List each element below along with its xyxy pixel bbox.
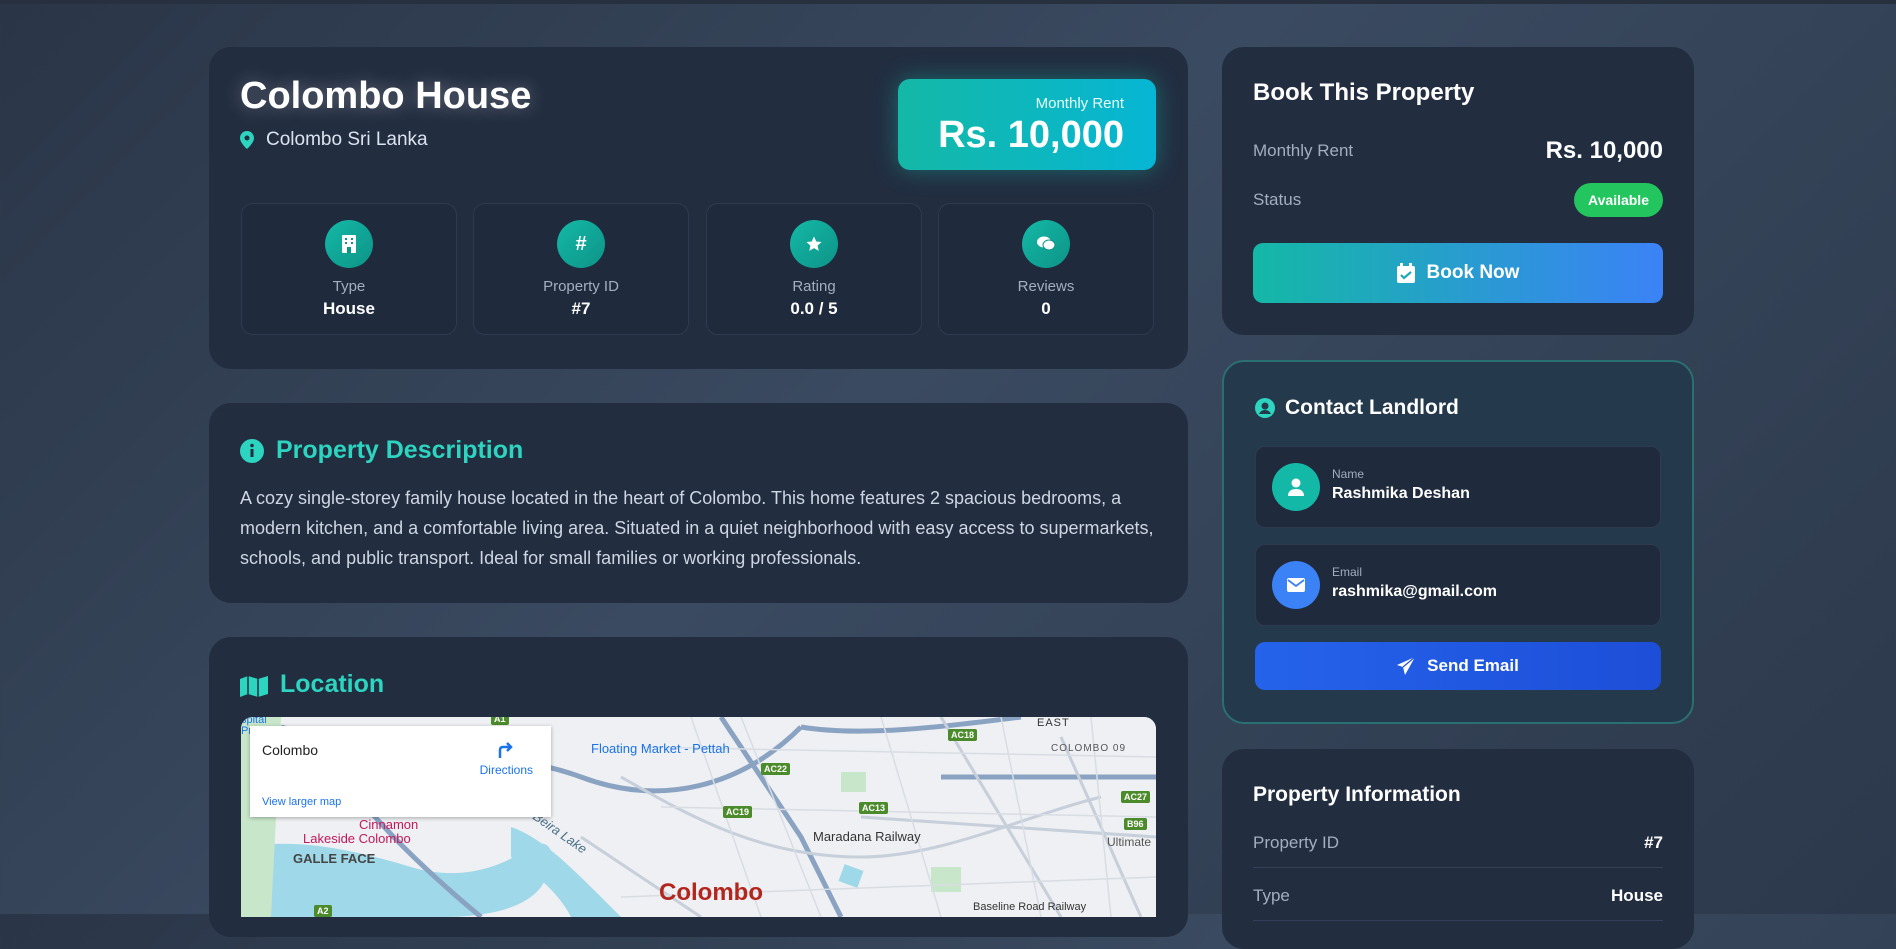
map-label-colombo: Colombo (659, 879, 763, 906)
map-pin-icon (240, 131, 254, 149)
contact-title: Contact Landlord (1285, 396, 1459, 419)
stat-reviews: Reviews 0 (938, 203, 1154, 335)
directions-label: Directions (479, 763, 533, 777)
booking-status-row: Status Available (1253, 183, 1663, 217)
send-email-button[interactable]: Send Email (1255, 642, 1661, 690)
info-row-label: Property ID (1253, 833, 1339, 852)
map-label-lakeside: Lakeside Colombo (303, 831, 411, 846)
star-icon (790, 220, 838, 268)
info-row: Type House (1253, 886, 1663, 921)
map-label-galle-face: GALLE FACE (293, 851, 376, 866)
description-title: Property Description (276, 436, 524, 464)
description-text: A cozy single-storey family house locate… (240, 488, 1154, 568)
booking-card: Book This Property Monthly Rent Rs. 10,0… (1222, 47, 1694, 335)
property-title: Colombo House (240, 75, 532, 117)
email-value[interactable]: rashmika@gmail.com (1332, 583, 1497, 601)
road-marker: AC19 (723, 806, 753, 818)
stat-label: Rating (792, 278, 836, 295)
email-label: Email (1332, 565, 1363, 579)
booking-rent-label: Monthly Rent (1253, 141, 1354, 160)
paper-plane-icon (1397, 657, 1416, 675)
stat-value: 0.0 / 5 (790, 299, 838, 318)
map-info-card: Colombo Directions View larger map (250, 726, 551, 817)
directions-icon (499, 742, 514, 758)
map-label-east: EAST (1037, 717, 1070, 729)
envelope-icon (1272, 561, 1320, 609)
road-marker: A1 (491, 717, 509, 725)
stat-value: #7 (571, 299, 591, 318)
embedded-map[interactable]: Floating Market - Pettah Cinnamon Lakesi… (241, 717, 1156, 917)
book-now-button[interactable]: Book Now (1253, 243, 1663, 303)
property-info-card: Property Information Property ID #7 Type… (1222, 749, 1694, 949)
stat-label: Type (332, 278, 366, 295)
name-label: Name (1332, 467, 1365, 481)
booking-rent-value: Rs. 10,000 (1545, 137, 1663, 164)
property-header-card: Colombo House Colombo Sri Lanka Monthly … (209, 47, 1188, 369)
status-badge: Available (1574, 183, 1663, 217)
stat-value: House (323, 299, 375, 318)
stat-label: Property ID (543, 278, 619, 295)
chat-icon (1022, 220, 1070, 268)
stat-property-id: # Property ID #7 (473, 203, 689, 335)
road-marker: AC27 (1121, 791, 1151, 803)
directions-link[interactable]: Directions (480, 740, 533, 777)
stat-label: Reviews (1017, 278, 1075, 295)
info-row-value: House (1611, 886, 1663, 905)
landlord-email-box: Email rashmika@gmail.com (1255, 544, 1661, 626)
location-text: Colombo Sri Lanka (266, 129, 428, 150)
road-marker: AC13 (859, 802, 889, 814)
stat-rating: Rating 0.0 / 5 (706, 203, 922, 335)
booking-rent-row: Monthly Rent Rs. 10,000 (1253, 137, 1663, 165)
info-row: Property ID #7 (1253, 833, 1663, 868)
location-card: Location Floating Market - Pettah Cinnam… (209, 637, 1188, 937)
road-marker: A2 (314, 905, 332, 917)
building-icon (325, 220, 373, 268)
contact-heading: Contact Landlord (1255, 396, 1459, 420)
rent-badge-label: Monthly Rent (1035, 95, 1124, 112)
contact-card: Contact Landlord Name Rashmika Deshan Em… (1222, 360, 1694, 724)
description-card: Property Description A cozy single-store… (209, 403, 1188, 603)
map-label-cinnamon: Cinnamon (359, 817, 419, 832)
stat-value: 0 (1041, 299, 1051, 318)
location-title: Location (280, 670, 385, 698)
road-marker: B96 (1124, 818, 1147, 830)
user-circle-icon (1255, 398, 1275, 418)
info-icon (240, 438, 264, 463)
map-label-baseline: Baseline Road Railway (973, 901, 1087, 913)
property-info-title: Property Information (1253, 783, 1461, 806)
map-label-maradana: Maradana Railway (813, 829, 921, 844)
landlord-name-box: Name Rashmika Deshan (1255, 446, 1661, 528)
location-heading: Location (240, 670, 384, 699)
booking-title: Book This Property (1253, 79, 1475, 106)
map-icon (240, 675, 268, 697)
book-now-label: Book Now (1426, 262, 1520, 283)
booking-status-label: Status (1253, 190, 1302, 209)
name-value: Rashmika Deshan (1332, 485, 1470, 502)
send-email-label: Send Email (1427, 656, 1519, 675)
user-icon (1272, 463, 1320, 511)
view-larger-map-link[interactable]: View larger map (262, 796, 341, 808)
road-marker: AC22 (761, 763, 791, 775)
map-label-colombo09: COLOMBO 09 (1051, 743, 1127, 754)
top-border (0, 0, 1896, 4)
hash-icon: # (557, 220, 605, 268)
info-row-value: #7 (1644, 833, 1663, 852)
info-row-label: Type (1253, 886, 1290, 905)
road-marker: AC18 (948, 729, 978, 741)
map-label-floating-market: Floating Market - Pettah (591, 741, 730, 756)
stat-type: Type House (241, 203, 457, 335)
rent-badge-value: Rs. 10,000 (938, 114, 1124, 156)
map-label-ultimate: Ultimate (1107, 835, 1152, 849)
map-place-name: Colombo (262, 742, 319, 758)
property-location: Colombo Sri Lanka (240, 129, 428, 151)
calendar-check-icon (1396, 263, 1415, 283)
description-heading: Property Description (240, 436, 523, 465)
monthly-rent-badge: Monthly Rent Rs. 10,000 (898, 79, 1156, 170)
